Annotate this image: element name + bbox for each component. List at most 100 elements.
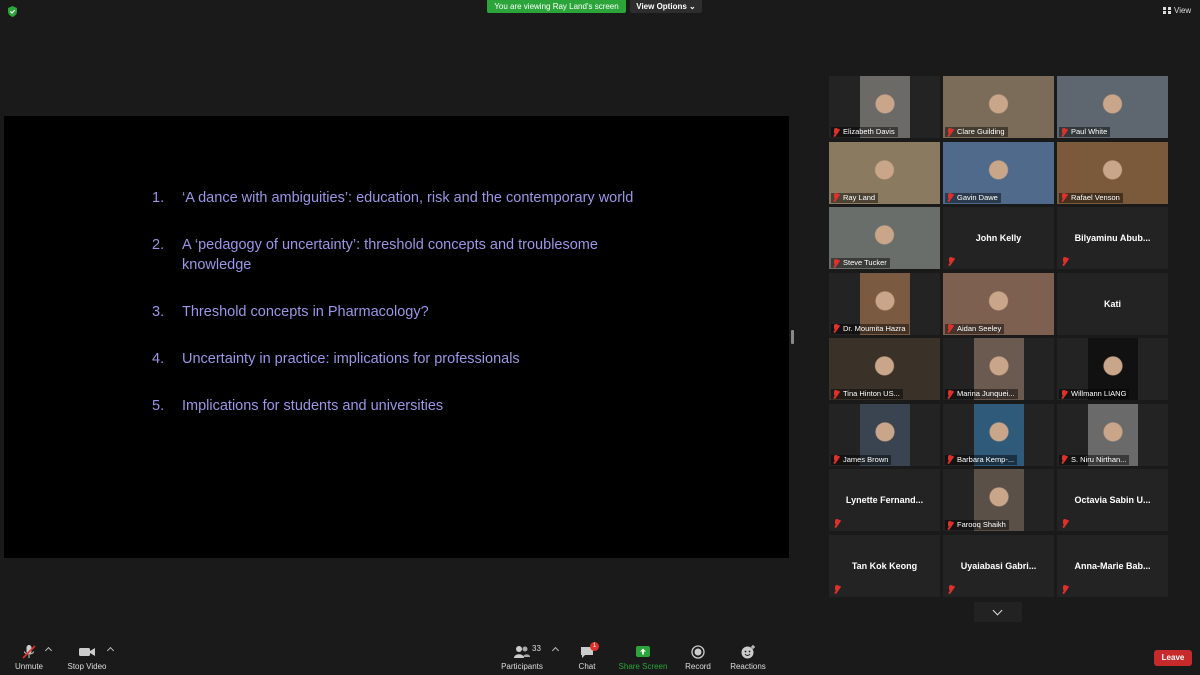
mic-muted-icon xyxy=(832,258,840,268)
participant-tile[interactable]: Elizabeth Davis xyxy=(829,76,940,138)
slide-item-text: Implications for students and universiti… xyxy=(182,398,444,414)
participants-label: Participants xyxy=(501,662,543,671)
view-options-button[interactable]: View Options ⌄ xyxy=(630,0,702,13)
participant-tile[interactable]: S. Niru Nirthan... xyxy=(1057,403,1168,466)
mic-muted-icon xyxy=(10,644,48,660)
participant-tile[interactable]: Octavia Sabin U... xyxy=(1057,469,1168,531)
record-button[interactable]: Record xyxy=(682,644,714,671)
participant-name-label: Ray Land xyxy=(831,192,879,203)
participant-name-label: James Brown xyxy=(831,454,892,465)
participant-tile[interactable]: Ray Land xyxy=(829,141,940,204)
participant-tile[interactable]: Paul White xyxy=(1057,76,1168,138)
leave-button[interactable]: Leave xyxy=(1154,650,1192,666)
mic-muted-icon xyxy=(832,389,840,399)
chat-label: Chat xyxy=(578,662,596,671)
participant-name-label: Willmann LIANG xyxy=(1059,389,1130,399)
participant-name: Ray Land xyxy=(843,192,876,202)
participants-icon xyxy=(514,646,530,658)
participant-tile[interactable]: Lynette Fernand... xyxy=(829,469,940,531)
participant-tile[interactable]: Bilyaminu Abub... xyxy=(1057,207,1168,269)
participant-tile[interactable]: Barbara Kemp-... xyxy=(943,403,1054,466)
participant-name: S. Niru Nirthan... xyxy=(1071,454,1127,464)
slide-agenda-item: 1. ‘A dance with ambiguities’: education,… xyxy=(152,188,652,208)
participant-tile[interactable]: John Kelly xyxy=(943,207,1054,269)
participant-tile[interactable]: Clare Guilding xyxy=(943,76,1054,138)
participant-name-label: Clare Guilding xyxy=(945,127,1008,137)
participants-caret-icon[interactable] xyxy=(551,646,560,655)
participant-name: Steve Tucker xyxy=(843,258,887,267)
chat-button[interactable]: 1 Chat xyxy=(572,642,602,671)
share-screen-label: Share Screen xyxy=(618,662,668,671)
view-options-label: View Options xyxy=(636,2,687,11)
video-options-caret-icon[interactable] xyxy=(106,646,115,655)
slide-item-text: Threshold concepts in Pharmacology? xyxy=(182,304,429,320)
participant-tile[interactable]: Marina Junquei... xyxy=(943,338,1054,400)
participant-name: Elizabeth Davis xyxy=(843,127,895,136)
participant-name: Marina Junquei... xyxy=(957,389,1015,398)
participant-name-label: Steve Tucker xyxy=(831,258,890,268)
reactions-button[interactable]: Reactions xyxy=(728,644,768,671)
slide-agenda-item: 2. A ‘pedagogy of uncertainty’: threshold… xyxy=(152,235,652,275)
participant-name: Tina Hinton US... xyxy=(843,389,900,398)
reactions-label: Reactions xyxy=(730,662,766,671)
mic-muted-icon xyxy=(1060,127,1068,137)
participant-name: Anna-Marie Bab... xyxy=(1074,560,1151,571)
slide-item-number: 5. xyxy=(152,398,165,414)
participant-tile[interactable]: Uyaiabasi Gabri... xyxy=(943,534,1054,597)
participant-name: Dr. Moumita Hazra xyxy=(843,323,906,333)
participant-name: John Kelly xyxy=(975,233,1022,243)
participant-tile[interactable]: Farooq Shaikh xyxy=(943,469,1054,531)
gallery-next-page-button[interactable] xyxy=(974,602,1022,622)
participant-tile[interactable]: Anna-Marie Bab... xyxy=(1057,534,1168,597)
participants-icon-group: 33 xyxy=(500,644,544,660)
participant-name-label: Dr. Moumita Hazra xyxy=(831,323,909,334)
participant-tile[interactable]: Gavin Dawe xyxy=(943,141,1054,204)
participant-tile[interactable]: Steve Tucker xyxy=(829,207,940,269)
chat-icon: 1 xyxy=(572,642,602,660)
stop-video-button[interactable]: Stop Video xyxy=(66,644,108,671)
slide-item-number: 3. xyxy=(152,304,165,320)
top-bar: You are viewing Ray Land's screen View O… xyxy=(0,0,1200,22)
chevron-down-icon xyxy=(992,605,1003,616)
participant-name-label: Elizabeth Davis xyxy=(831,127,898,137)
mic-muted-icon xyxy=(1060,389,1068,399)
participant-tile[interactable]: Tina Hinton US... xyxy=(829,338,940,400)
participant-name-label: S. Niru Nirthan... xyxy=(1059,454,1130,465)
mic-muted-icon xyxy=(1061,519,1069,528)
view-button[interactable]: View xyxy=(1163,6,1191,15)
mic-muted-icon xyxy=(947,584,955,594)
shared-screen: 1. ‘A dance with ambiguities’: education,… xyxy=(4,116,789,558)
mic-muted-icon xyxy=(946,127,954,137)
participant-tile[interactable]: Aidan Seeley xyxy=(943,272,1054,335)
mic-muted-icon xyxy=(832,324,840,333)
participant-name-label: Gavin Dawe xyxy=(945,192,1001,203)
mic-muted-icon xyxy=(946,455,954,464)
participant-name-label: Paul White xyxy=(1059,127,1111,137)
unmute-button[interactable]: Unmute xyxy=(10,644,48,671)
grid-icon xyxy=(1163,7,1171,14)
participant-tile[interactable]: Dr. Moumita Hazra xyxy=(829,272,940,335)
mic-muted-icon xyxy=(946,193,954,202)
mic-muted-icon xyxy=(833,584,841,594)
participant-name: Rafael Venson xyxy=(1071,192,1120,202)
mic-muted-icon xyxy=(1061,257,1069,266)
participant-tile[interactable]: Kati xyxy=(1057,272,1168,335)
mic-muted-icon xyxy=(1060,455,1068,464)
share-screen-button[interactable]: Share Screen xyxy=(618,644,668,671)
slide-item-text: Uncertainty in practice: implications fo… xyxy=(182,351,520,367)
participants-button[interactable]: 33 Participants xyxy=(500,644,544,671)
participant-tile[interactable]: James Brown xyxy=(829,403,940,466)
split-view-handle[interactable] xyxy=(791,330,794,344)
participant-tile[interactable]: Willmann LIANG xyxy=(1057,338,1168,400)
participant-name: Clare Guilding xyxy=(957,127,1005,136)
participant-name: Paul White xyxy=(1071,127,1108,136)
participants-count: 33 xyxy=(532,644,541,653)
slide-agenda-item: 3. Threshold concepts in Pharmacology? xyxy=(152,302,652,322)
participant-tile[interactable]: Rafael Venson xyxy=(1057,141,1168,204)
shield-icon[interactable] xyxy=(7,6,18,17)
participant-tile[interactable]: Tan Kok Keong xyxy=(829,534,940,597)
mic-muted-icon xyxy=(946,324,954,333)
participant-name: Farooq Shaikh xyxy=(957,520,1006,529)
slide-agenda-list: 1. ‘A dance with ambiguities’: education,… xyxy=(152,188,652,416)
mic-muted-icon xyxy=(946,520,954,530)
